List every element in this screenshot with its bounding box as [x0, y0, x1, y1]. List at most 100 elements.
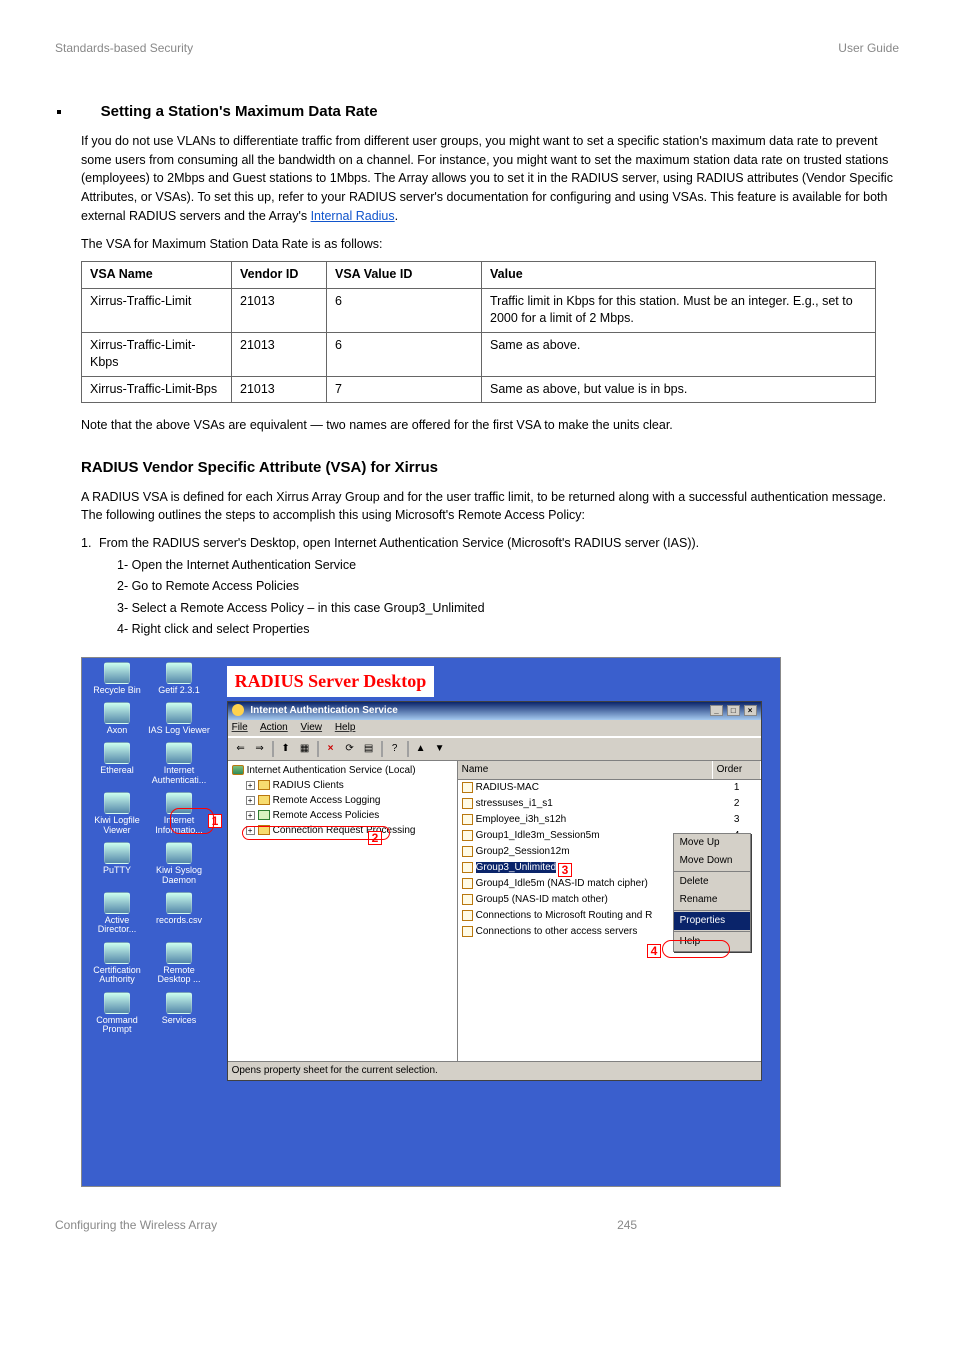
- separator-icon: [317, 741, 319, 757]
- list-cell-order: 2: [713, 796, 761, 812]
- desktop-icon[interactable]: Certification Authority: [86, 942, 148, 985]
- footer-page-number: 245: [617, 1217, 637, 1234]
- desktop-icon[interactable]: PuTTY: [86, 842, 148, 885]
- refresh-icon[interactable]: ⟳: [341, 740, 359, 758]
- ctx-delete[interactable]: Delete: [674, 873, 750, 891]
- cell: 21013: [232, 288, 327, 332]
- shortcut-icon: [166, 992, 192, 1014]
- desktop-icon[interactable]: records.csv: [148, 892, 210, 935]
- table-row: Xirrus-Traffic-Limit-Kbps 21013 6 Same a…: [82, 332, 876, 376]
- desktop-icon[interactable]: Active Director...: [86, 892, 148, 935]
- page-footer: Configuring the Wireless Array 245: [55, 1217, 899, 1234]
- desktop-icon-label: Recycle Bin: [86, 686, 148, 695]
- vsa-th-name: VSA Name: [82, 262, 232, 289]
- list-header: Name Order: [458, 761, 761, 780]
- policy-icon: [462, 910, 473, 921]
- internal-radius-link[interactable]: Internal Radius: [311, 209, 395, 223]
- expand-icon[interactable]: +: [246, 811, 255, 820]
- shortcut-icon: [166, 742, 192, 764]
- ctx-properties[interactable]: Properties: [674, 912, 750, 930]
- right-pane: RADIUS Server Desktop Internet Authentic…: [227, 658, 780, 1081]
- cell: Xirrus-Traffic-Limit: [82, 288, 232, 332]
- desktop-icon[interactable]: Internet Authenticati...: [148, 742, 210, 785]
- expand-icon[interactable]: +: [246, 796, 255, 805]
- desktop-icon[interactable]: Kiwi Syslog Daemon: [148, 842, 210, 885]
- desktop-icon-label: Getif 2.3.1: [148, 686, 210, 695]
- menu-file[interactable]: File: [232, 722, 248, 733]
- shortcut-icon: [104, 702, 130, 724]
- desktop-icons-area: Recycle BinGetif 2.3.1AxonIAS Log Viewer…: [82, 658, 227, 1081]
- maximize-icon[interactable]: □: [727, 705, 740, 716]
- ias-list[interactable]: Name Order RADIUS-MAC1stressuses_i1_s12E…: [458, 761, 761, 1061]
- desktop-icon[interactable]: Kiwi Logfile Viewer: [86, 792, 148, 835]
- footer-left: Configuring the Wireless Array: [55, 1217, 217, 1234]
- desktop-icon[interactable]: Command Prompt: [86, 992, 148, 1035]
- policy-icon: [462, 798, 473, 809]
- ias-titlebar[interactable]: Internet Authentication Service _ □ ×: [228, 702, 761, 720]
- steps-heading: RADIUS Vendor Specific Attribute (VSA) f…: [81, 457, 899, 478]
- context-menu[interactable]: Move Up Move Down Delete Rename Properti…: [673, 833, 751, 952]
- desktop-icon-label: records.csv: [148, 916, 210, 925]
- desktop-icon[interactable]: Axon: [86, 702, 148, 735]
- desktop-icon[interactable]: Remote Desktop ...: [148, 942, 210, 985]
- list-item[interactable]: RADIUS-MAC1: [458, 780, 761, 796]
- ias-tree[interactable]: Internet Authentication Service (Local) …: [228, 761, 458, 1061]
- menu-action[interactable]: Action: [260, 722, 288, 733]
- vsa-th-valueid: VSA Value ID: [327, 262, 482, 289]
- desktop-icon[interactable]: Getif 2.3.1: [148, 662, 210, 695]
- menu-help[interactable]: Help: [335, 722, 356, 733]
- desktop-icon-label: Active Director...: [86, 916, 148, 935]
- movedown-icon[interactable]: ▼: [431, 740, 449, 758]
- cell: 21013: [232, 332, 327, 376]
- separator-icon: [407, 741, 409, 757]
- properties-icon[interactable]: ▦: [296, 740, 314, 758]
- export-icon[interactable]: ▤: [360, 740, 378, 758]
- shortcut-icon: [104, 992, 130, 1014]
- page-header: Standards-based Security User Guide: [55, 40, 899, 57]
- list-header-name[interactable]: Name: [458, 761, 713, 779]
- vsa-th-vendor: Vendor ID: [232, 262, 327, 289]
- tree-item-clients[interactable]: RADIUS Clients: [273, 780, 344, 791]
- menu-view[interactable]: View: [301, 722, 323, 733]
- separator-icon: [381, 741, 383, 757]
- callout-2-oval: [242, 826, 390, 840]
- tree-item-logging[interactable]: Remote Access Logging: [273, 795, 381, 806]
- desktop-icon[interactable]: Services: [148, 992, 210, 1035]
- callout-4: 4: [647, 944, 661, 958]
- delete-icon[interactable]: ×: [322, 740, 340, 758]
- expand-icon[interactable]: +: [246, 781, 255, 790]
- ias-menubar[interactable]: File Action View Help: [228, 720, 761, 737]
- back-icon[interactable]: ⇐: [232, 740, 250, 758]
- minimize-icon[interactable]: _: [710, 705, 723, 716]
- intro-step: A RADIUS VSA is defined for each Xirrus …: [81, 488, 899, 526]
- desktop-icon-label: Kiwi Logfile Viewer: [86, 816, 148, 835]
- desktop-icon[interactable]: IAS Log Viewer: [148, 702, 210, 735]
- list-header-order[interactable]: Order: [713, 761, 761, 779]
- forward-icon[interactable]: ⇒: [251, 740, 269, 758]
- desktop-icon[interactable]: Ethereal: [86, 742, 148, 785]
- vsa-th-value: Value: [482, 262, 876, 289]
- shortcut-icon: [104, 792, 130, 814]
- tree-item-policies[interactable]: Remote Access Policies: [273, 810, 380, 821]
- desktop-icon[interactable]: Recycle Bin: [86, 662, 148, 695]
- up-icon[interactable]: ⬆: [277, 740, 295, 758]
- help-icon[interactable]: ?: [386, 740, 404, 758]
- ias-window[interactable]: Internet Authentication Service _ □ × Fi…: [227, 701, 762, 1081]
- shortcut-icon: [104, 842, 130, 864]
- tree-root[interactable]: Internet Authentication Service (Local): [247, 765, 416, 776]
- ctx-move-up[interactable]: Move Up: [674, 834, 750, 852]
- ias-title-text: Internet Authentication Service: [250, 705, 397, 716]
- ctx-move-down[interactable]: Move Down: [674, 852, 750, 870]
- ctx-rename[interactable]: Rename: [674, 891, 750, 909]
- shortcut-icon: [104, 942, 130, 964]
- bullet-icon: [57, 110, 61, 114]
- separator-icon: [674, 910, 750, 911]
- list-item[interactable]: stressuses_i1_s12: [458, 796, 761, 812]
- moveup-icon[interactable]: ▲: [412, 740, 430, 758]
- sub-step-a: 1- Open the Internet Authentication Serv…: [117, 557, 899, 575]
- close-icon[interactable]: ×: [744, 705, 757, 716]
- list-item[interactable]: Employee_i3h_s12h3: [458, 812, 761, 828]
- sub-step-b: 2- Go to Remote Access Policies: [117, 578, 899, 596]
- table-row: Xirrus-Traffic-Limit-Bps 21013 7 Same as…: [82, 376, 876, 403]
- policy-icon: [462, 878, 473, 889]
